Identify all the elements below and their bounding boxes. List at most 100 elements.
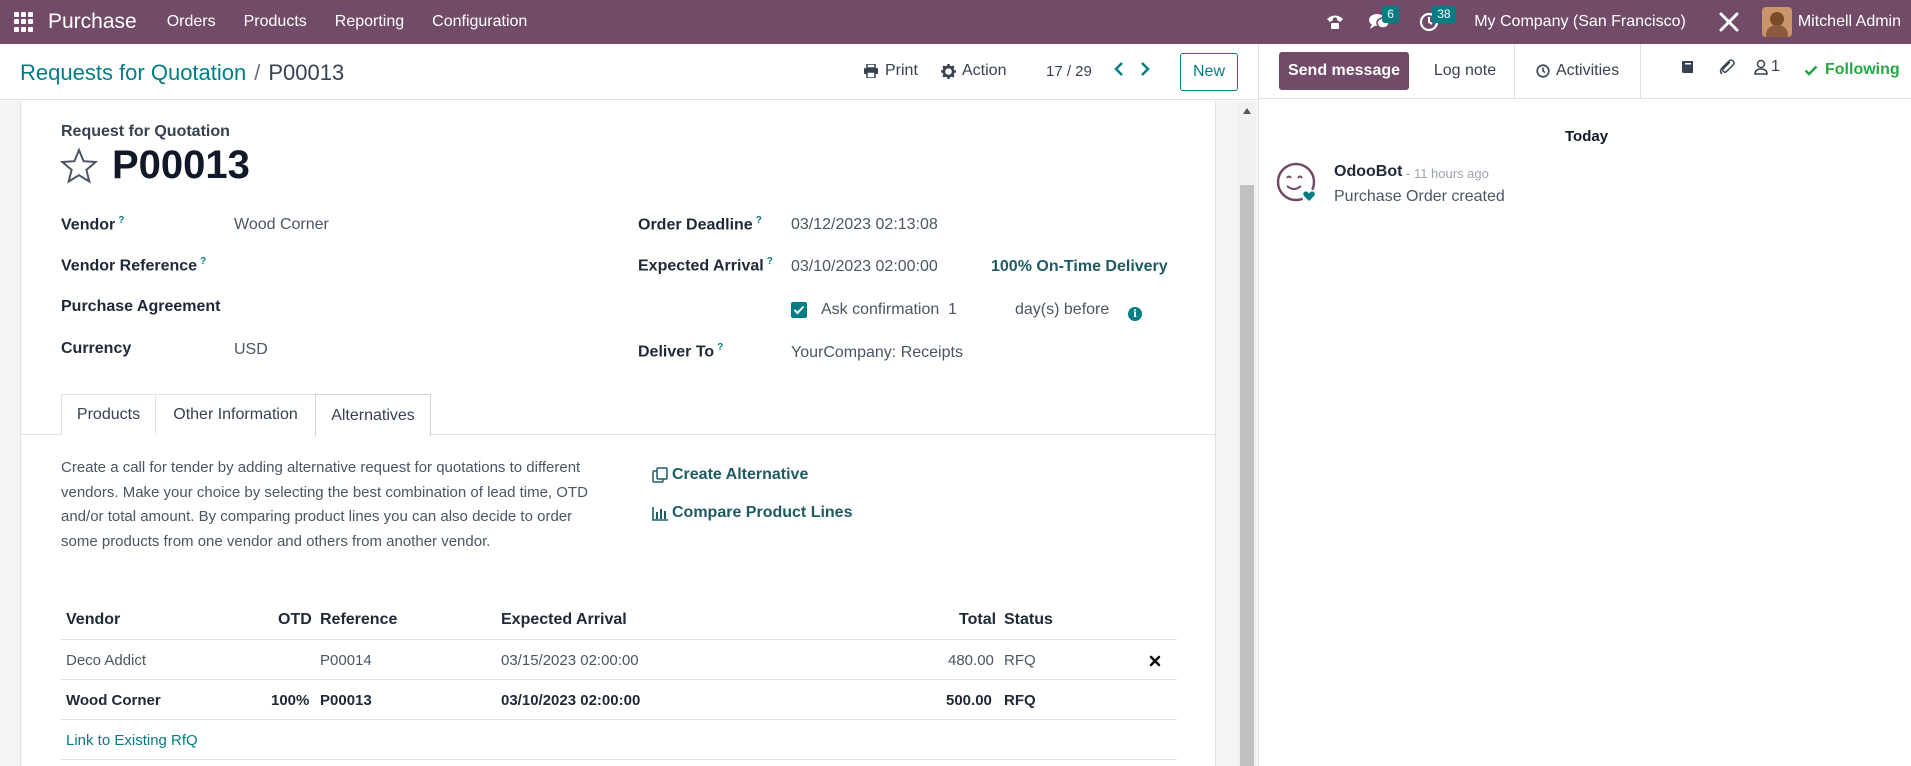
row-total: 500.00 <box>946 692 992 709</box>
phone-icon[interactable] <box>1322 9 1348 35</box>
print-icon <box>864 64 878 78</box>
chevron-right-icon[interactable] <box>1138 60 1152 78</box>
delete-x-icon[interactable] <box>1149 655 1161 667</box>
copy-icon <box>652 466 668 483</box>
activities-clock-icon[interactable]: 38 <box>1416 6 1456 35</box>
pager-value[interactable]: 17 / 29 <box>1046 63 1092 80</box>
menu-reporting[interactable]: Reporting <box>335 13 404 31</box>
breadcrumb-parent-link[interactable]: Requests for Quotation <box>20 60 246 85</box>
message-author[interactable]: OdooBot <box>1334 163 1402 181</box>
user-avatar[interactable] <box>1761 7 1792 37</box>
message-time: - 11 hours ago <box>1406 166 1489 181</box>
message-body: Purchase Order created <box>1334 188 1505 205</box>
apps-menu-icon[interactable] <box>14 12 34 32</box>
order-deadline-field[interactable]: 03/12/2023 02:13:08 <box>791 216 938 234</box>
info-icon[interactable]: i <box>1128 307 1142 321</box>
app-name[interactable]: Purchase <box>48 10 137 34</box>
compare-product-lines-button[interactable]: Compare Product Lines <box>652 504 852 522</box>
top-navbar: Purchase Orders Products Reporting Confi… <box>0 0 1911 44</box>
vendor-reference-field[interactable] <box>234 256 534 278</box>
row-vendor: Wood Corner <box>66 692 161 709</box>
activities-button[interactable]: Activities <box>1514 44 1641 98</box>
star-icon[interactable] <box>60 148 98 184</box>
days-before-label: day(s) before <box>1015 301 1110 318</box>
column-status[interactable]: Status <box>1004 611 1053 629</box>
messages-icon[interactable]: 6 <box>1366 6 1399 35</box>
currency-field[interactable]: USD <box>234 341 268 359</box>
create-alternative-button[interactable]: Create Alternative <box>652 466 808 484</box>
control-panel: Requests for Quotation / P00013 Print Acti… <box>0 44 1258 100</box>
debug-tools-icon[interactable] <box>1716 9 1742 35</box>
company-switcher[interactable]: My Company (San Francisco) <box>1474 13 1686 31</box>
chatter-panel <box>1258 44 1911 766</box>
column-vendor[interactable]: Vendor <box>66 611 120 629</box>
follower-icon[interactable] <box>1754 59 1768 75</box>
breadcrumb-separator: / <box>254 60 261 85</box>
log-note-button[interactable]: Log note <box>1418 52 1512 90</box>
row-reference: P00013 <box>320 692 372 709</box>
column-expected-arrival[interactable]: Expected Arrival <box>501 611 627 629</box>
scroll-up-arrow-icon[interactable] <box>1243 108 1251 114</box>
row-total: 480.00 <box>948 652 994 669</box>
row-status: RFQ <box>1004 692 1036 709</box>
activities-count-badge: 38 <box>1432 6 1456 23</box>
menu-products[interactable]: Products <box>244 13 307 31</box>
row-reference: P00014 <box>320 652 372 669</box>
print-button[interactable]: Print <box>863 62 918 80</box>
paperclip-icon[interactable] <box>1718 58 1736 76</box>
menu-configuration[interactable]: Configuration <box>432 13 527 31</box>
record-name: P00013 <box>112 143 250 187</box>
row-vendor: Deco Addict <box>66 652 147 669</box>
row-expected-arrival: 03/15/2023 02:00:00 <box>501 652 639 669</box>
odoobot-avatar-icon <box>1276 162 1316 203</box>
alternatives-description: Create a call for tender by adding alter… <box>61 459 588 550</box>
user-menu[interactable]: Mitchell Admin <box>1798 13 1901 31</box>
following-label: Following <box>1825 61 1900 78</box>
menu-orders[interactable]: Orders <box>167 13 216 31</box>
tab-alternatives[interactable]: Alternatives <box>315 394 431 436</box>
table-row-divider <box>61 679 1177 680</box>
tab-products[interactable]: Products <box>61 394 156 435</box>
form-subtitle: Request for Quotation <box>61 123 230 140</box>
date-separator: Today <box>1565 128 1609 145</box>
table-footer-divider <box>61 759 1177 760</box>
chevron-left-icon[interactable] <box>1112 60 1126 78</box>
chatter-tools: 1 <box>1680 58 1780 76</box>
new-button[interactable]: New <box>1180 53 1238 91</box>
column-reference[interactable]: Reference <box>320 611 397 629</box>
action-button[interactable]: Action <box>941 62 1006 80</box>
expected-arrival-field[interactable]: 03/10/2023 02:00:00 <box>791 258 938 276</box>
column-otd[interactable]: OTD <box>278 611 312 629</box>
on-time-delivery-badge: 100% On-Time Delivery <box>991 258 1168 275</box>
column-total[interactable]: Total <box>959 611 996 629</box>
ask-confirmation-checkbox[interactable] <box>791 302 807 318</box>
clock-icon <box>1536 64 1550 78</box>
send-message-button[interactable]: Send message <box>1279 52 1409 90</box>
order-deadline-label: Order Deadline? <box>638 215 762 234</box>
compare-product-lines-label: Compare Product Lines <box>672 504 853 521</box>
followers-count[interactable]: 1 <box>1771 58 1780 76</box>
ask-confirmation-days-field[interactable]: 1 <box>948 301 957 319</box>
purchase-agreement-field[interactable] <box>234 298 534 320</box>
messages-count-badge: 6 <box>1382 6 1399 23</box>
following-button[interactable]: Following <box>1804 61 1900 79</box>
vendor-field[interactable]: Wood Corner <box>234 216 329 234</box>
deliver-to-field[interactable]: YourCompany: Receipts <box>791 344 963 362</box>
check-icon <box>793 305 805 315</box>
link-existing-rfq[interactable]: Link to Existing RfQ <box>66 732 198 749</box>
purchase-agreement-label: Purchase Agreement <box>61 298 221 315</box>
vendor-label: Vendor? <box>61 215 125 234</box>
table-row-divider <box>61 719 1177 720</box>
tab-other-information[interactable]: Other Information <box>155 394 316 435</box>
table-header-divider <box>61 639 1177 640</box>
currency-label: Currency <box>61 340 132 357</box>
bar-chart-icon <box>652 506 668 521</box>
book-icon[interactable] <box>1680 59 1696 75</box>
ask-confirmation-label: Ask confirmation <box>821 301 940 318</box>
activities-label: Activities <box>1555 62 1620 79</box>
chatter-divider <box>1258 98 1911 99</box>
breadcrumb: Requests for Quotation / P00013 <box>20 60 344 86</box>
scrollbar-thumb[interactable] <box>1240 185 1254 766</box>
create-alternative-label: Create Alternative <box>672 466 809 483</box>
expected-arrival-label: Expected Arrival? <box>638 256 773 275</box>
